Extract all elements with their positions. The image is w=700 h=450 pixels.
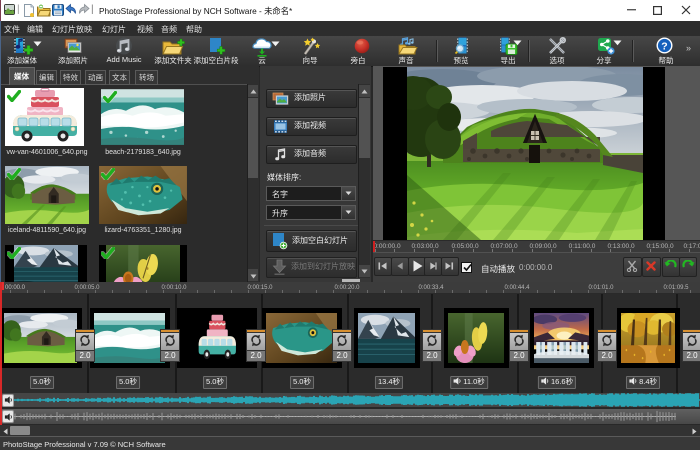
svg-text:?: ? [661,40,667,52]
